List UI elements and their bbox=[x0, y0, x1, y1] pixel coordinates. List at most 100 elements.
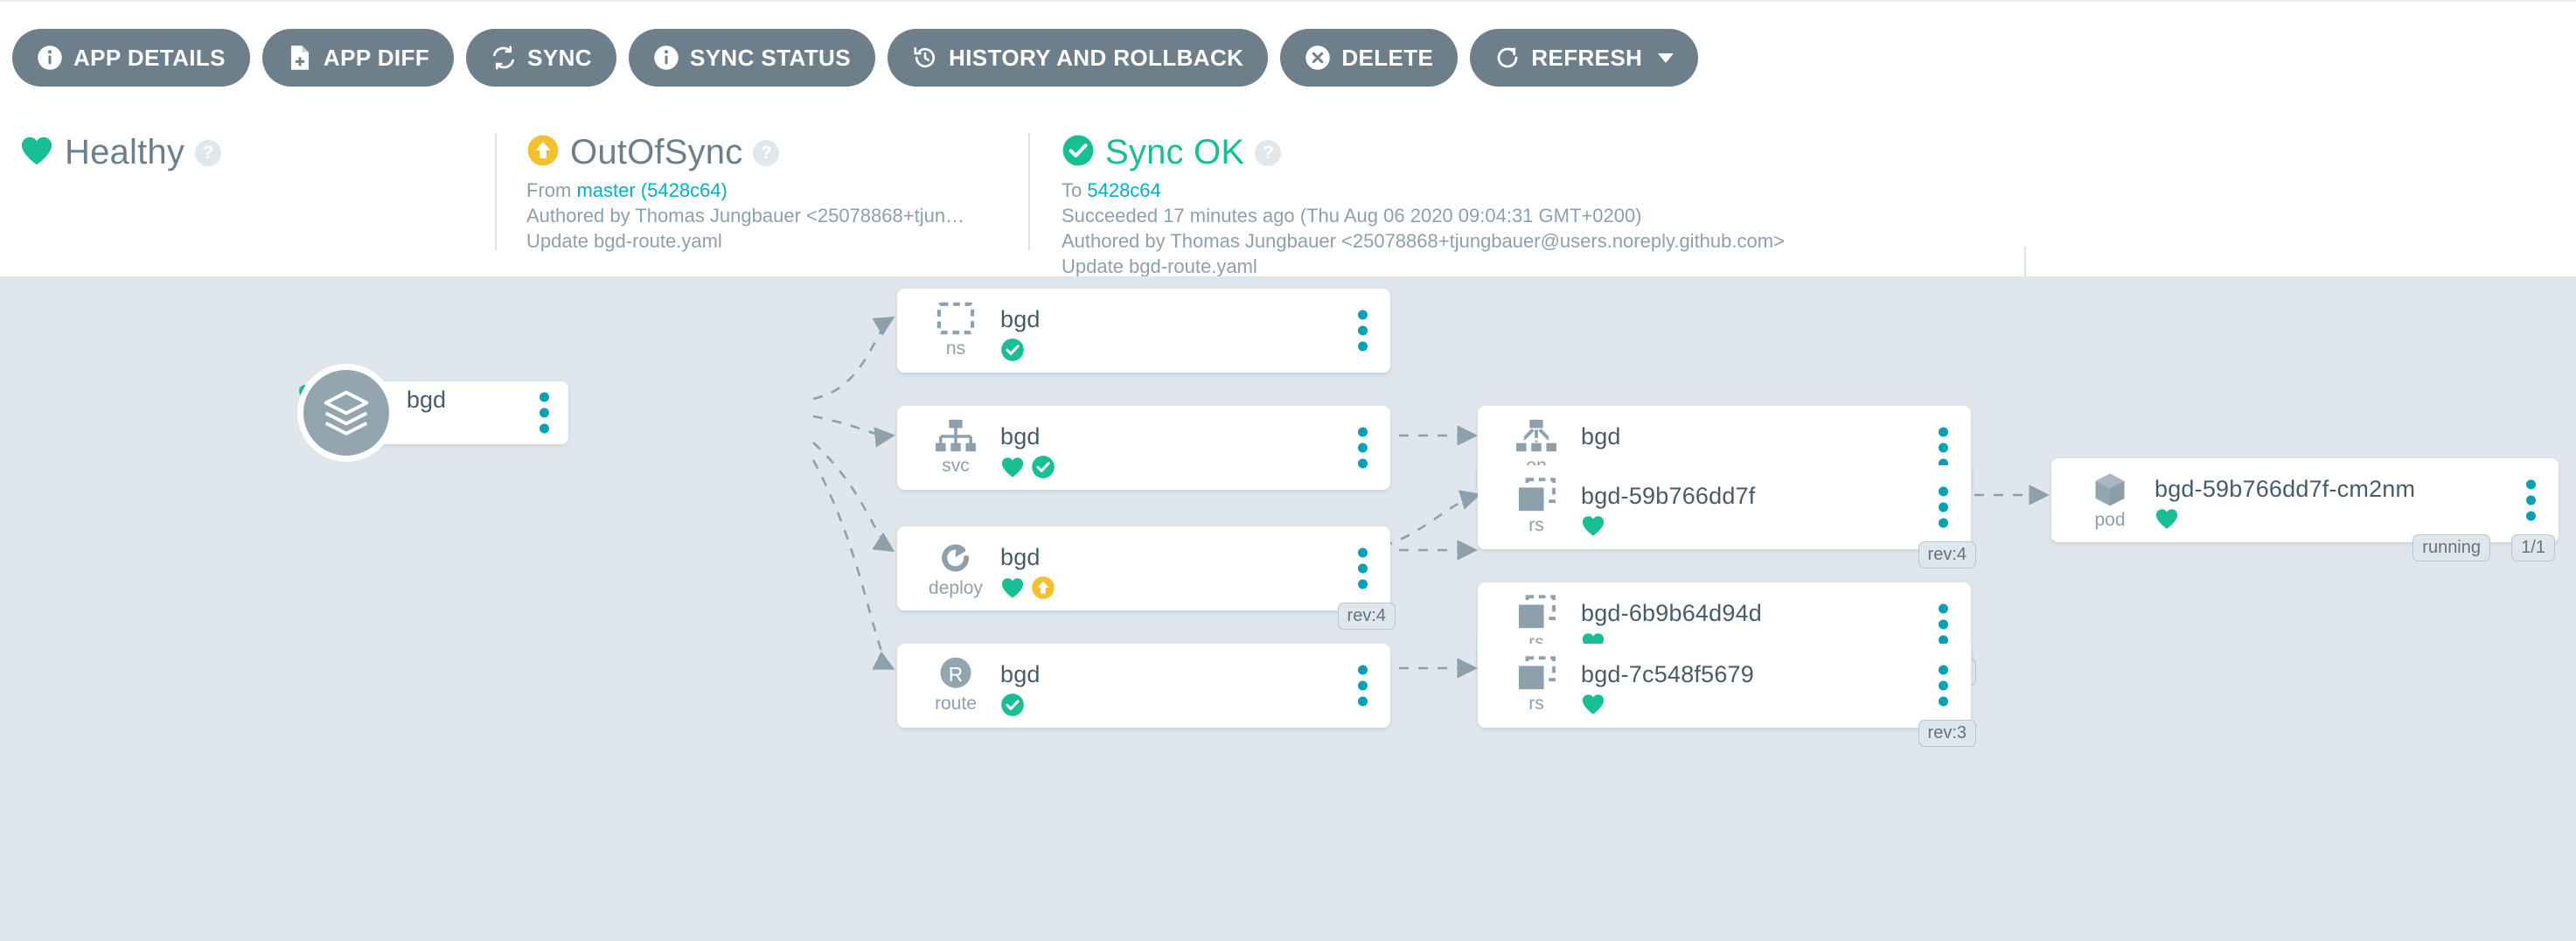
resource-node-ns[interactable]: ns bgd bbox=[897, 289, 1390, 373]
last-sync-succeeded-line: Succeeded 17 minutes ago (Thu Aug 06 202… bbox=[1062, 203, 2025, 228]
svg-text:R: R bbox=[949, 663, 963, 686]
revision-pill: rev:4 bbox=[1338, 603, 1396, 630]
pod-ready-pill: 1/1 bbox=[2511, 534, 2555, 561]
resource-node-name: bgd-59b766dd7f-cm2nm bbox=[2155, 476, 2415, 503]
pod-status-pill: running bbox=[2412, 534, 2490, 561]
resource-kind: route bbox=[935, 694, 977, 713]
heart-icon bbox=[1000, 576, 1025, 603]
kebab-menu-icon[interactable] bbox=[2526, 480, 2536, 521]
kebab-menu-icon[interactable] bbox=[1939, 487, 1948, 528]
resource-node-badges bbox=[1581, 693, 1605, 720]
sync-message-line: Update bgd-route.yaml bbox=[526, 228, 1028, 254]
resource-node-badges bbox=[1581, 514, 1605, 541]
kebab-menu-icon[interactable] bbox=[1358, 428, 1368, 469]
check-circle-icon bbox=[1000, 693, 1025, 721]
resource-node-badges bbox=[1000, 338, 1025, 366]
health-help-icon[interactable]: ? bbox=[195, 140, 221, 166]
kebab-menu-icon[interactable] bbox=[1358, 548, 1368, 589]
last-sync-column: Sync OK ? To 5428c64 Succeeded 17 minute… bbox=[1028, 114, 2025, 276]
refresh-icon bbox=[1494, 45, 1521, 71]
kebab-menu-icon[interactable] bbox=[540, 393, 549, 434]
route-r-icon: R route bbox=[922, 656, 990, 719]
history-and-rollback-button[interactable]: HISTORY AND ROLLBACK bbox=[888, 29, 1268, 87]
resource-node-route[interactable]: R route bgd bbox=[897, 644, 1390, 728]
delete-label: DELETE bbox=[1341, 45, 1433, 72]
resource-kind: svc bbox=[942, 457, 970, 475]
last-sync-to-line: To 5428c64 bbox=[1062, 178, 2025, 203]
sync-from-revision[interactable]: master (5428c64) bbox=[576, 179, 727, 201]
resource-node-badges bbox=[1000, 575, 1055, 604]
application-node[interactable]: bgd bbox=[297, 381, 568, 444]
last-sync-to-prefix: To bbox=[1062, 179, 1087, 201]
delete-circle-icon bbox=[1305, 45, 1331, 71]
sync-status-title: OutOfSync bbox=[570, 133, 742, 172]
app-diff-button[interactable]: APP DIFF bbox=[262, 29, 454, 87]
last-sync-to-revision[interactable]: 5428c64 bbox=[1087, 179, 1160, 201]
kebab-menu-icon[interactable] bbox=[1358, 310, 1368, 352]
chevron-down-icon[interactable] bbox=[1658, 53, 1674, 63]
resource-node-badges bbox=[1000, 693, 1025, 721]
heart-icon bbox=[1000, 456, 1025, 483]
refresh-label: REFRESH bbox=[1531, 45, 1642, 72]
kebab-menu-icon[interactable] bbox=[1939, 428, 1948, 469]
resource-node-rs1[interactable]: rs bgd-59b766dd7f rev:4 bbox=[1478, 465, 1971, 549]
out-of-sync-arrow-icon bbox=[526, 134, 560, 171]
revision-pill: rev:3 bbox=[1918, 720, 1976, 747]
kebab-menu-icon[interactable] bbox=[1939, 666, 1948, 707]
sync-status-button[interactable]: SYNC STATUS bbox=[629, 29, 875, 87]
pod-cube-icon: pod bbox=[2076, 470, 2144, 533]
sync-from-line: From master (5428c64) bbox=[526, 178, 1028, 203]
kebab-menu-icon[interactable] bbox=[1939, 604, 1948, 645]
check-circle-icon bbox=[1000, 338, 1025, 366]
last-sync-title: Sync OK bbox=[1105, 133, 1244, 172]
app-status-bar: Healthy ? OutOfSync ? From master (5428c… bbox=[0, 114, 2576, 276]
refresh-button[interactable]: REFRESH bbox=[1470, 29, 1698, 87]
resource-node-svc[interactable]: svc bgd bbox=[897, 406, 1390, 490]
app-details-button[interactable]: APP DETAILS bbox=[12, 29, 250, 87]
info-icon bbox=[653, 45, 679, 71]
sync-author-line: Authored by Thomas Jungbauer <25078868+t… bbox=[526, 203, 1028, 228]
sync-help-icon[interactable]: ? bbox=[753, 140, 779, 166]
heart-icon bbox=[1581, 693, 1605, 720]
resource-node-name: bgd bbox=[1000, 544, 1041, 571]
application-node-name: bgd bbox=[407, 387, 446, 414]
resource-node-deploy[interactable]: deploy bgd rev:4 bbox=[897, 526, 1390, 610]
resource-graph-canvas[interactable]: bgd ns bgd bbox=[0, 276, 2576, 941]
resource-node-name: bgd bbox=[1000, 306, 1041, 333]
resource-kind: rs bbox=[1528, 694, 1544, 713]
last-sync-message-line: Update bgd-route.yaml bbox=[1062, 254, 2025, 279]
resource-node-name: bgd bbox=[1000, 661, 1041, 688]
resource-kind: pod bbox=[2094, 511, 2125, 529]
health-status-title: Healthy bbox=[65, 133, 184, 172]
resource-node-name: bgd-7c548f5679 bbox=[1581, 661, 1754, 688]
info-icon bbox=[37, 45, 63, 71]
delete-button[interactable]: DELETE bbox=[1280, 29, 1458, 87]
sync-button[interactable]: SYNC bbox=[466, 29, 616, 87]
service-icon: svc bbox=[922, 418, 990, 481]
resource-node-name: bgd-6b9b64d94d bbox=[1581, 600, 1762, 627]
resource-node-rs3[interactable]: rs bgd-7c548f5679 rev:3 bbox=[1478, 644, 1971, 728]
out-of-sync-arrow-icon bbox=[1031, 575, 1055, 604]
history-icon bbox=[912, 45, 938, 71]
resource-node-name: bgd bbox=[1581, 423, 1621, 450]
last-sync-help-icon[interactable]: ? bbox=[1255, 140, 1281, 166]
resource-node-badges bbox=[2155, 507, 2179, 534]
app-diff-label: APP DIFF bbox=[324, 45, 429, 72]
replicaset-icon: rs bbox=[1502, 656, 1570, 719]
resource-node-badges bbox=[1000, 455, 1055, 484]
resource-node-name: bgd-59b766dd7f bbox=[1581, 483, 1756, 510]
revision-pill: rev:4 bbox=[1918, 541, 1976, 568]
replicaset-icon: rs bbox=[1502, 477, 1570, 540]
kebab-menu-icon[interactable] bbox=[1358, 666, 1368, 707]
sync-label: SYNC bbox=[527, 45, 592, 72]
resource-kind: ns bbox=[946, 339, 965, 358]
sync-status-label: SYNC STATUS bbox=[690, 45, 851, 72]
resource-kind: deploy bbox=[929, 579, 983, 597]
app-details-label: APP DETAILS bbox=[73, 45, 226, 72]
action-toolbar: APP DETAILS APP DIFF SYNC SYNC STATUS bbox=[0, 0, 2576, 114]
last-sync-author-line: Authored by Thomas Jungbauer <25078868+t… bbox=[1062, 228, 2025, 254]
health-status-column: Healthy ? bbox=[0, 114, 495, 276]
resource-node-pod[interactable]: pod bgd-59b766dd7f-cm2nm running 1/1 bbox=[2051, 458, 2559, 542]
sync-from-prefix: From bbox=[526, 179, 576, 201]
sync-icon bbox=[491, 45, 517, 71]
